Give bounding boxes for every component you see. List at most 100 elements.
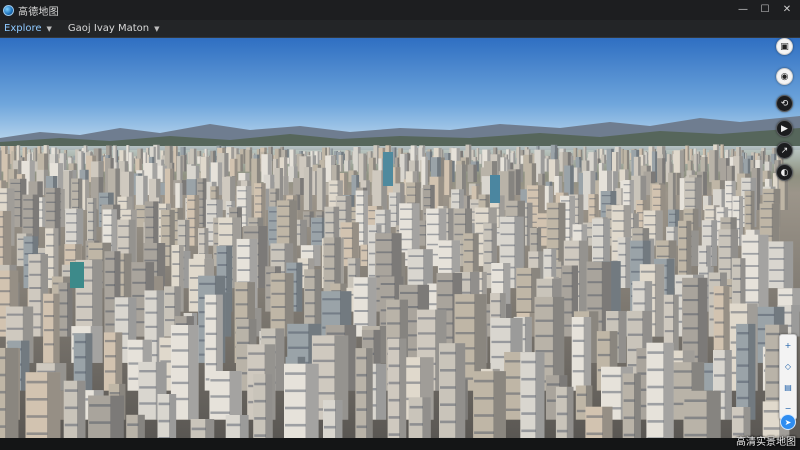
compass-button[interactable]: ➤ — [780, 414, 796, 430]
building-shadow — [422, 397, 431, 438]
window-band — [380, 283, 395, 285]
window-band — [89, 421, 111, 424]
window-band — [0, 277, 11, 280]
window-band — [312, 222, 323, 224]
window-band — [271, 279, 286, 282]
window-band — [271, 306, 286, 308]
building-shadow — [557, 147, 559, 160]
map-type-icon[interactable]: ▤ — [782, 382, 794, 394]
window-band — [254, 417, 266, 420]
window-band — [76, 292, 93, 295]
window-band — [521, 412, 536, 415]
window-band — [678, 226, 687, 228]
window-band — [556, 429, 568, 433]
building-shadow — [179, 183, 183, 210]
window-band — [505, 408, 523, 411]
window-band — [354, 296, 369, 299]
window-band — [685, 181, 696, 183]
window-band — [623, 200, 631, 202]
window-band — [733, 200, 740, 202]
camera-button[interactable]: ◐ — [776, 164, 793, 181]
window-band — [544, 254, 552, 257]
window-band — [205, 363, 217, 366]
window-band — [66, 231, 77, 233]
building-shadow — [618, 311, 627, 363]
building-shadow — [366, 348, 373, 438]
window-band — [742, 181, 752, 183]
maximize-button[interactable]: ☐ — [760, 0, 770, 20]
window-band — [464, 238, 474, 241]
building-shadow — [322, 167, 326, 210]
window-band — [74, 371, 86, 374]
window-band — [104, 355, 116, 358]
building-shadow — [467, 195, 471, 210]
view-menu[interactable]: Gaoj Ivay Maton ▼ — [63, 20, 165, 38]
window-band — [325, 221, 335, 224]
building-shadow — [455, 343, 466, 438]
window-band — [506, 205, 519, 208]
building-shadow — [350, 155, 352, 160]
window-band — [322, 312, 341, 315]
window-band — [737, 380, 749, 383]
window-band — [158, 402, 170, 406]
play-button[interactable]: ▶ — [776, 120, 793, 137]
window-band — [547, 207, 559, 210]
explore-menu[interactable]: Explore ▼ — [0, 20, 57, 38]
window-band — [408, 255, 424, 257]
window-band — [505, 360, 523, 363]
window-band — [46, 233, 55, 236]
zoom-out-icon[interactable]: − — [782, 403, 794, 415]
window-band — [46, 201, 56, 203]
window-band — [336, 200, 347, 202]
building-shadow — [783, 241, 794, 289]
building-shadow — [618, 146, 622, 172]
close-button[interactable]: ✕ — [782, 0, 792, 20]
window-band — [719, 234, 732, 237]
window-band — [587, 281, 603, 284]
share-button[interactable]: ↗ — [776, 142, 793, 159]
map-viewport[interactable]: ▣ ◉ ⟲ ▶ ↗ ◐ — [0, 38, 800, 438]
window-band — [105, 310, 115, 313]
building-shadow — [139, 158, 142, 172]
building-shadow — [300, 219, 307, 246]
rotate-button[interactable]: ⟲ — [776, 95, 793, 112]
building-shadow — [317, 151, 320, 164]
window-band — [118, 247, 130, 250]
window-band — [572, 339, 585, 342]
window-band — [285, 423, 306, 427]
building-shadow — [704, 157, 708, 172]
window-band — [562, 272, 573, 275]
window-band — [527, 197, 539, 199]
window-band — [248, 368, 266, 371]
window-band — [72, 190, 79, 192]
zoom-in-icon[interactable]: + — [782, 340, 794, 352]
window-band — [361, 259, 368, 262]
window-band — [199, 243, 206, 245]
window-band — [128, 347, 144, 350]
building-shadow — [320, 152, 322, 160]
building-shadow — [63, 153, 67, 172]
window-band — [427, 233, 440, 236]
window-band — [763, 427, 780, 430]
window-band — [132, 294, 146, 297]
window-band — [145, 236, 154, 239]
building-shadow — [759, 160, 763, 195]
window-band — [683, 327, 699, 330]
window-band — [589, 214, 596, 216]
window-band — [74, 356, 86, 359]
layers-button[interactable]: ▣ — [776, 38, 793, 55]
minimize-button[interactable]: — — [738, 0, 748, 20]
window-band — [105, 297, 115, 300]
window-band — [631, 258, 644, 261]
window-band — [409, 405, 423, 409]
window-band — [0, 303, 11, 306]
window-band — [521, 395, 536, 398]
window-band — [766, 397, 780, 400]
location-button[interactable]: ◉ — [776, 68, 793, 85]
tilt-icon[interactable]: ◇ — [782, 361, 794, 373]
window-band — [400, 228, 413, 231]
building-shadow — [696, 153, 699, 172]
window-band — [656, 255, 670, 258]
window-band — [29, 260, 42, 263]
window-band — [714, 374, 726, 377]
